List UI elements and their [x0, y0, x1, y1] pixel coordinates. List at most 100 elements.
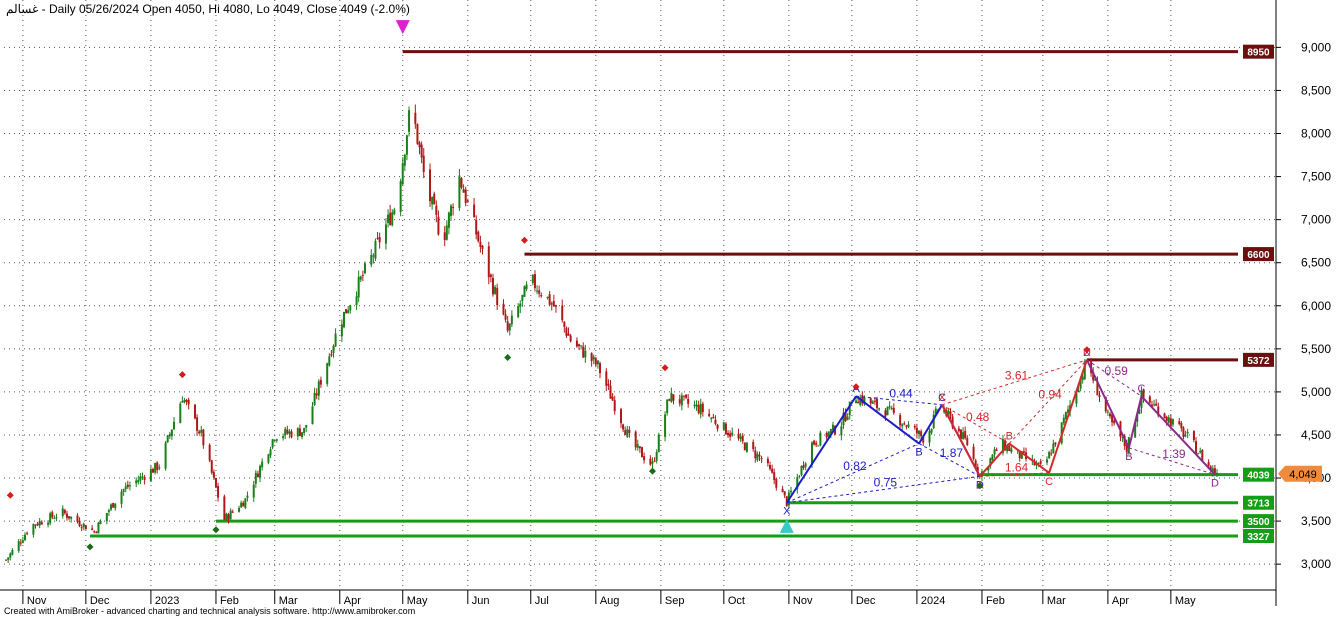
candle-body [920, 431, 923, 437]
candle-body [611, 396, 614, 401]
candle-body [431, 197, 434, 205]
candle-body [813, 440, 816, 445]
candle-body [458, 175, 461, 208]
candle-body [330, 353, 333, 356]
candle-body [68, 516, 71, 519]
candle-body [198, 431, 201, 434]
candle-body [783, 491, 786, 496]
x-tick-label: 2024 [921, 595, 945, 607]
candle-body [613, 400, 616, 412]
candle-body [1171, 419, 1174, 425]
candle-body [1010, 448, 1013, 453]
candle-body [256, 473, 259, 478]
candle-body [550, 303, 553, 305]
candle-body [158, 467, 161, 469]
candle-body [773, 472, 776, 481]
candle-body [708, 413, 711, 417]
candle-body [548, 294, 551, 305]
candle-body [445, 225, 448, 240]
candle-body [315, 393, 318, 396]
candle-body [737, 433, 740, 439]
candle-body [122, 489, 125, 492]
candle-body [789, 490, 792, 493]
candle-body [391, 212, 394, 226]
candle-body [422, 155, 425, 172]
candle-body [99, 520, 102, 524]
pattern-point-label: X [938, 392, 946, 404]
candle-body [1197, 453, 1200, 455]
candle-body [523, 286, 526, 297]
candle-body [758, 455, 761, 457]
candle-body [640, 447, 643, 458]
candle-body [475, 219, 478, 235]
candle-body [561, 305, 564, 321]
candle-body [70, 516, 73, 519]
candle-body [399, 181, 402, 213]
candle-body [137, 480, 140, 483]
candle-body [697, 404, 700, 413]
candle-body [227, 514, 230, 520]
candle-body [890, 407, 893, 409]
candle-body [418, 142, 421, 148]
candle-body [756, 453, 759, 461]
candle-body [567, 333, 570, 336]
candle-body [82, 523, 85, 528]
candle-body [582, 346, 585, 358]
pattern-point-label: B [1125, 451, 1132, 463]
candle-body [1216, 472, 1219, 474]
candle-body [494, 286, 497, 294]
candle-body [405, 135, 408, 155]
candle-body [878, 408, 881, 410]
candle-body [443, 232, 446, 241]
candle-body [282, 435, 285, 438]
candle-body [252, 484, 255, 498]
candle-body [231, 511, 234, 513]
candle-body [210, 460, 213, 473]
candle-body [32, 524, 35, 535]
candle-body [886, 406, 889, 416]
candle-body [273, 439, 276, 441]
candle-body [84, 525, 87, 530]
candle-body [91, 528, 94, 530]
candle-body [1167, 417, 1170, 423]
candle-body [372, 255, 375, 257]
candle-body [817, 445, 820, 447]
candle-body [508, 323, 511, 331]
candle-body [275, 439, 278, 441]
candle-body [34, 524, 37, 526]
candle-body [246, 495, 249, 498]
candle-body [569, 335, 572, 342]
pattern-ratio-label: 0.48 [966, 410, 990, 424]
candle-body [462, 189, 465, 193]
candle-body [655, 451, 658, 461]
pattern-point-label: B [915, 447, 922, 459]
candle-body [433, 193, 436, 205]
candle-body [578, 344, 581, 347]
candle-body [135, 480, 138, 484]
candle-body [55, 517, 58, 519]
candle-body [166, 435, 169, 443]
candle-body [519, 303, 522, 307]
candle-body [538, 290, 541, 294]
candle-body [884, 410, 887, 417]
candle-body [65, 513, 68, 518]
candle-body [305, 425, 308, 428]
candle-body [871, 401, 874, 404]
candle-body [7, 557, 10, 560]
candle-body [1186, 431, 1189, 434]
candle-body [1153, 404, 1156, 406]
pattern-ratio-label: 0.44 [889, 387, 913, 401]
candle-body [212, 471, 215, 478]
candle-body [450, 205, 453, 216]
candle-body [636, 444, 639, 448]
candle-body [701, 403, 704, 413]
candle-body [357, 276, 360, 298]
candle-body [347, 310, 350, 313]
candle-body [729, 433, 732, 437]
candle-body [712, 417, 715, 419]
pattern-ratio-label: 1.87 [940, 446, 964, 460]
candle-body [374, 240, 377, 259]
candle-body [1022, 451, 1025, 453]
candle-body [607, 383, 610, 386]
candle-body [466, 200, 469, 202]
